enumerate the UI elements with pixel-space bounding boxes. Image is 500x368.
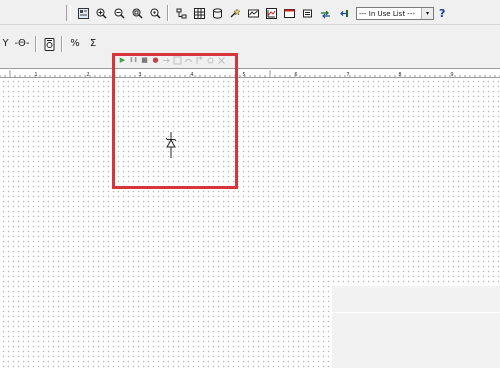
component-wizard-icon[interactable]	[227, 5, 243, 21]
toolbar-grip[interactable]	[66, 5, 71, 21]
in-use-list-value: --- In Use List ---	[359, 9, 415, 18]
window-chrome: --- In Use List --- ▾ ? Y -Θ- % Ʃ ▶ ❚❚ ■…	[0, 0, 500, 68]
transfer-icon[interactable]	[317, 5, 333, 21]
description-box-icon[interactable]	[281, 5, 297, 21]
zoom-in-icon[interactable]	[93, 5, 109, 21]
junction-icon[interactable]: -Θ-	[13, 36, 31, 52]
zoom-fit-icon[interactable]	[147, 5, 163, 21]
hierarchy-icon[interactable]	[173, 5, 189, 21]
chevron-down-icon[interactable]: ▾	[421, 7, 433, 19]
database-icon[interactable]	[209, 5, 225, 21]
spreadsheet-icon[interactable]	[191, 5, 207, 21]
help-button[interactable]: ?	[439, 7, 445, 20]
in-use-list-select[interactable]: --- In Use List --- ▾	[356, 6, 434, 20]
toolbar-separator	[61, 36, 63, 52]
zener-diode-component[interactable]	[162, 132, 180, 158]
zoom-out-icon[interactable]	[111, 5, 127, 21]
toolbar-separator	[35, 36, 37, 52]
highlight-frame	[112, 53, 238, 189]
sigma-icon[interactable]: Ʃ	[85, 36, 101, 52]
lower-right-pane	[332, 286, 500, 368]
toolbar-separator	[167, 5, 169, 21]
horizontal-ruler: 123456789	[0, 68, 500, 78]
ruler-scale: 123456789	[0, 70, 500, 77]
zener-diode-icon	[165, 132, 177, 158]
instruments-toolbar: Y -Θ- % Ʃ	[0, 35, 101, 53]
main-toolbar: --- In Use List --- ▾ ?	[64, 3, 445, 23]
bus-icon[interactable]: Y	[0, 36, 11, 52]
design-toolbox-icon[interactable]	[75, 5, 91, 21]
zoom-area-icon[interactable]	[129, 5, 145, 21]
postprocessor-icon[interactable]	[245, 5, 261, 21]
grapher-icon[interactable]	[263, 5, 279, 21]
toolbar-divider	[0, 24, 500, 25]
meter-icon[interactable]	[41, 36, 57, 52]
percent-icon[interactable]: %	[67, 36, 83, 52]
electrical-rules-icon[interactable]	[299, 5, 315, 21]
back-annotate-icon[interactable]	[335, 5, 351, 21]
